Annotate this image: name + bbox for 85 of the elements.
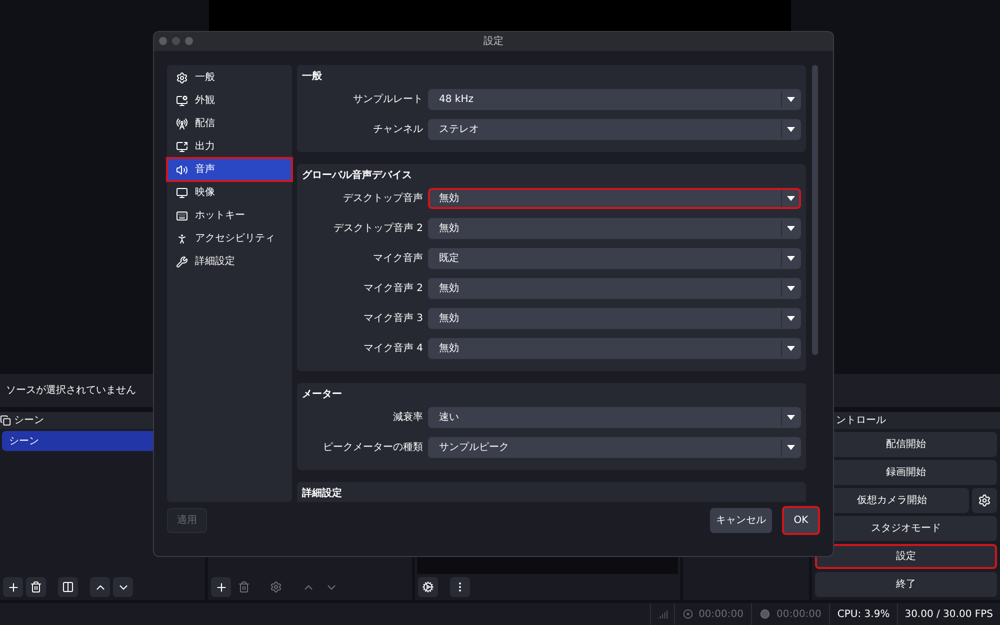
screen-share-icon: [176, 140, 188, 152]
sidebar-item[interactable]: 音声: [167, 158, 292, 181]
dropdown[interactable]: サンプルピーク: [428, 437, 801, 458]
dropdown[interactable]: 無効: [428, 188, 801, 209]
caret-icon: [786, 127, 794, 132]
antenna-icon: [176, 118, 188, 130]
scenes-icon: [0, 415, 11, 426]
plus-icon: [214, 580, 228, 594]
sidebar-item[interactable]: 外観: [167, 89, 292, 112]
dropdown[interactable]: 無効: [428, 338, 801, 359]
filter-button[interactable]: [58, 577, 78, 597]
no-source-text: ソースが選択されていません: [6, 384, 136, 398]
settings-icon: [176, 72, 188, 84]
setting-label: チャンネル: [372, 123, 423, 137]
caret-icon: [786, 286, 794, 291]
dropdown[interactable]: 既定: [428, 248, 801, 269]
cpu-usage: CPU: 3.9%: [837, 608, 890, 622]
section-title: 詳細設定: [302, 486, 343, 501]
dropdown[interactable]: 無効: [428, 278, 801, 299]
move-down-button[interactable]: [113, 577, 133, 597]
settings-icon: [978, 494, 991, 507]
plus-icon: [6, 580, 20, 594]
caret-icon: [786, 256, 794, 261]
sidebar-item[interactable]: 映像: [167, 181, 292, 204]
add-button[interactable]: [3, 577, 23, 597]
caret-icon: [786, 415, 794, 420]
dropdown[interactable]: 48 kHz: [428, 89, 801, 110]
dropdown[interactable]: ステレオ: [428, 119, 801, 140]
record-icon: [760, 609, 770, 619]
sidebar-item[interactable]: 一般: [167, 66, 292, 89]
setting-label: マイク音声 4: [362, 342, 423, 356]
person-icon: [176, 232, 188, 244]
settings-button[interactable]: [972, 488, 997, 513]
ok-button[interactable]: OK: [782, 506, 820, 535]
caret-icon: [786, 445, 794, 450]
control-button[interactable]: 終了: [815, 572, 997, 597]
trash-icon: [238, 581, 250, 593]
advanced-audio-button[interactable]: [418, 577, 438, 597]
section-title: 一般: [302, 70, 323, 84]
monitor-cog-icon: [176, 94, 188, 106]
setting-label: サンプルレート: [352, 92, 423, 107]
columns-icon: [62, 581, 74, 593]
monitor-icon: [176, 186, 188, 198]
move-up-button[interactable]: [90, 577, 110, 597]
wrench-icon: [176, 256, 188, 268]
section-title: メーター: [302, 388, 343, 402]
trash-icon: [30, 581, 42, 593]
add-button[interactable]: [211, 577, 231, 597]
sidebar-item[interactable]: アクセシビリティ: [167, 227, 292, 250]
sidebar-item[interactable]: 詳細設定: [167, 250, 292, 273]
menu-button[interactable]: [450, 577, 470, 597]
delete-button[interactable]: [26, 577, 46, 597]
caret-icon: [786, 316, 794, 321]
fps-reading: 30.00 / 30.00 FPS: [904, 608, 993, 622]
setting-label: デスクトップ音声 2: [332, 222, 423, 236]
setting-label: デスクトップ音声: [342, 192, 423, 206]
dropdown[interactable]: 無効: [428, 308, 801, 329]
stream-icon: [682, 609, 693, 619]
dropdown[interactable]: 速い: [428, 407, 801, 428]
record-time: 00:00:00: [776, 608, 822, 622]
setting-label: マイク音声: [372, 252, 423, 266]
caret-icon: [786, 226, 794, 231]
caret-icon: [786, 196, 794, 201]
keyboard-icon: [176, 210, 188, 222]
cancel-button[interactable]: キャンセル: [710, 508, 772, 533]
control-button[interactable]: 設定: [815, 544, 997, 569]
sidebar-item[interactable]: ホットキー: [167, 204, 292, 227]
controls-title: ントロール: [836, 414, 886, 428]
setting-label: 減衰率: [392, 410, 423, 425]
stream-time: 00:00:00: [698, 608, 744, 622]
setting-label: マイク音声 2: [362, 282, 423, 296]
setting-label: ピークメーターの種類: [322, 440, 423, 455]
caret-icon: [786, 346, 794, 351]
dialog-title: 設定: [484, 34, 504, 49]
caret-icon: [786, 97, 794, 102]
section-title: グローバル音声デバイス: [302, 168, 413, 183]
sidebar-item[interactable]: 配信: [167, 112, 292, 135]
dropdown[interactable]: 無効: [428, 218, 801, 239]
scenes-title: シーン: [14, 414, 44, 428]
speaker-icon: [176, 164, 188, 176]
scrollbar[interactable]: [812, 65, 818, 355]
gear-icon: [422, 581, 434, 593]
settings-icon: [270, 581, 282, 593]
sidebar-item[interactable]: 出力: [167, 135, 292, 158]
setting-label: マイク音声 3: [362, 312, 423, 326]
